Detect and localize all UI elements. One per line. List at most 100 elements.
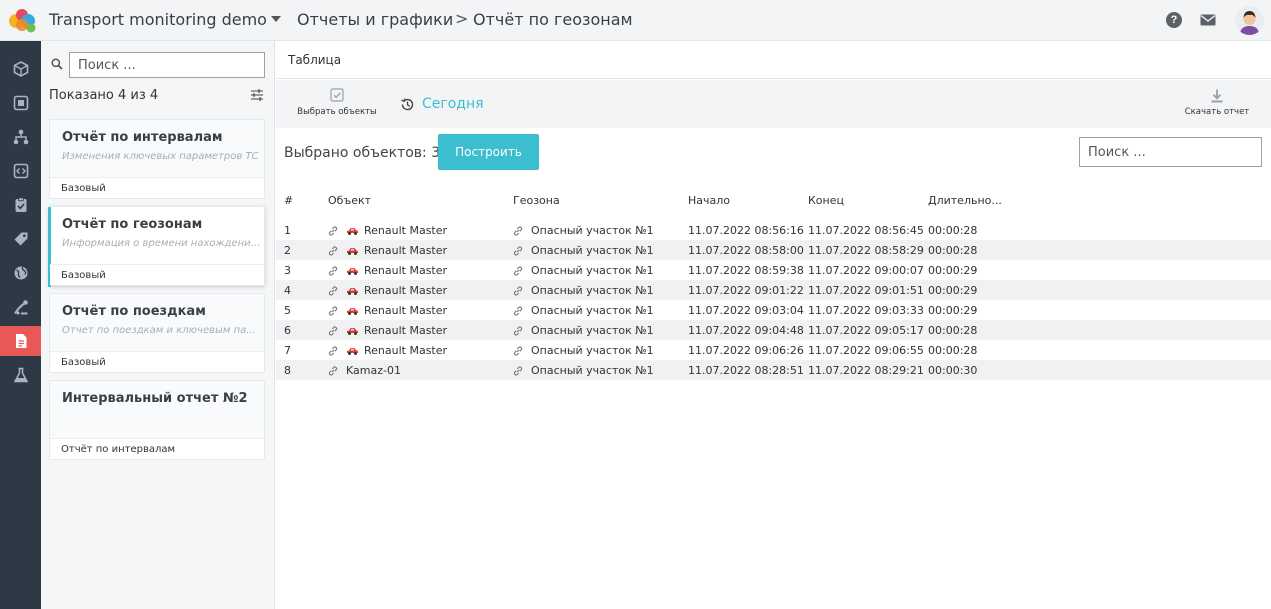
cell-end: 11.07.2022 09:05:17 [808, 324, 924, 337]
help-circle-icon[interactable]: ? [1166, 12, 1182, 28]
cell-duration: 00:00:29 [928, 284, 978, 297]
cell-object[interactable]: Renault Master [364, 344, 447, 357]
table-row[interactable]: 4 Renault Master Опасный участок №1 11.07.2… [276, 280, 1271, 300]
link-icon[interactable] [513, 245, 523, 256]
cell-start: 11.07.2022 08:56:16 [688, 224, 804, 237]
rail-item-monitoring[interactable] [0, 88, 41, 118]
table-row[interactable]: 7 Renault Master Опасный участок №1 11.07.2… [276, 340, 1271, 360]
table-row[interactable]: 6 Renault Master Опасный участок №1 11.07.2… [276, 320, 1271, 340]
square-target-icon [13, 95, 28, 111]
link-icon[interactable] [328, 285, 338, 296]
link-icon[interactable] [513, 345, 523, 356]
red-car-icon [346, 285, 359, 295]
cell-object[interactable]: Renault Master [364, 284, 447, 297]
rail-item-reports[interactable] [0, 326, 41, 356]
user-avatar-icon[interactable] [1235, 6, 1264, 35]
history-clock-icon[interactable] [400, 97, 415, 112]
link-icon[interactable] [328, 225, 338, 236]
chevron-down-icon[interactable] [271, 16, 281, 22]
table-search-input[interactable] [1079, 137, 1262, 167]
breadcrumb-separator: > [455, 9, 469, 28]
report-card-geozones[interactable]: Отчёт по геозонам Информация о времени н… [48, 206, 265, 287]
envelope-icon[interactable] [1200, 14, 1216, 26]
sliders-icon[interactable] [250, 88, 264, 102]
app-title[interactable]: Transport monitoring demo [49, 10, 267, 29]
cell-duration: 00:00:28 [928, 324, 978, 337]
rail-item-lab[interactable] [0, 360, 41, 390]
select-objects-button[interactable] [292, 88, 382, 105]
rail-item-scripts[interactable] [0, 156, 41, 186]
download-arrow-icon[interactable] [1209, 88, 1225, 104]
cell-geozone[interactable]: Опасный участок №1 [531, 304, 654, 317]
cell-number: 5 [284, 304, 291, 317]
cell-duration: 00:00:30 [928, 364, 978, 377]
link-icon[interactable] [513, 365, 523, 376]
cell-geozone[interactable]: Опасный участок №1 [531, 244, 654, 257]
report-card-trips[interactable]: Отчёт по поездкам Отчет по поездкам и кл… [49, 293, 265, 373]
report-card-interval-2[interactable]: Интервальный отчет №2 Отчёт по интервала… [49, 380, 265, 460]
link-icon[interactable] [513, 265, 523, 276]
cell-geozone[interactable]: Опасный участок №1 [531, 284, 654, 297]
table-row[interactable]: 3 Renault Master Опасный участок №1 11.07.2… [276, 260, 1271, 280]
cell-end: 11.07.2022 08:58:29 [808, 244, 924, 257]
tab-table[interactable]: Таблица [288, 53, 341, 67]
cell-geozone[interactable]: Опасный участок №1 [531, 344, 654, 357]
cell-geozone[interactable]: Опасный участок №1 [531, 364, 654, 377]
link-icon[interactable] [328, 325, 338, 336]
cell-duration: 00:00:29 [928, 264, 978, 277]
link-icon[interactable] [513, 325, 523, 336]
rail-item-tags[interactable] [0, 224, 41, 254]
select-objects-label[interactable]: Выбрать объекты [292, 107, 382, 117]
column-header-geozone[interactable]: Геозона [513, 194, 560, 207]
column-header-object[interactable]: Объект [328, 194, 371, 207]
column-header-number[interactable]: # [284, 194, 293, 207]
hierarchy-icon [13, 129, 28, 145]
cell-geozone[interactable]: Опасный участок №1 [531, 264, 654, 277]
link-icon[interactable] [328, 345, 338, 356]
link-icon[interactable] [328, 305, 338, 316]
link-icon[interactable] [328, 365, 338, 376]
period-selector[interactable]: Сегодня [422, 96, 484, 112]
link-icon[interactable] [328, 265, 338, 276]
flask-icon [13, 367, 28, 383]
download-report-label[interactable]: Скачать отчет [1180, 107, 1254, 117]
table-row[interactable]: 8 Kamaz-01 Опасный участок №1 11.07.2022 08… [276, 360, 1271, 380]
cell-start: 11.07.2022 08:28:51 [688, 364, 804, 377]
breadcrumb-section[interactable]: Отчеты и графики [297, 10, 453, 29]
cell-object[interactable]: Kamaz-01 [346, 364, 401, 377]
link-icon[interactable] [513, 225, 523, 236]
rail-item-tasks[interactable] [0, 190, 41, 220]
cell-object[interactable]: Renault Master [364, 244, 447, 257]
cell-geozone[interactable]: Опасный участок №1 [531, 224, 654, 237]
red-car-icon [346, 325, 359, 335]
red-car-icon [346, 305, 359, 315]
cell-end: 11.07.2022 08:56:45 [808, 224, 924, 237]
rail-item-routes[interactable] [0, 292, 41, 322]
report-card-intervals[interactable]: Отчёт по интервалам Изменения ключевых п… [49, 119, 265, 199]
column-header-duration[interactable]: Длительно... [928, 194, 1002, 207]
rail-item-objects[interactable] [0, 54, 41, 84]
rail-item-geo[interactable] [0, 258, 41, 288]
column-header-start[interactable]: Начало [688, 194, 730, 207]
report-card-type: Базовый [50, 264, 264, 285]
link-icon[interactable] [513, 305, 523, 316]
top-header: Transport monitoring demo Отчеты и графи… [0, 0, 1271, 41]
report-search-input[interactable] [69, 52, 265, 78]
multicolor-logo-icon[interactable] [6, 7, 38, 33]
cell-start: 11.07.2022 08:59:38 [688, 264, 804, 277]
link-icon[interactable] [513, 285, 523, 296]
cell-object[interactable]: Renault Master [364, 224, 447, 237]
cell-object[interactable]: Renault Master [364, 304, 447, 317]
table-row[interactable]: 1 Renault Master Опасный участок №1 11.07.2… [276, 220, 1271, 240]
cell-number: 4 [284, 284, 291, 297]
cell-object[interactable]: Renault Master [364, 264, 447, 277]
cell-geozone[interactable]: Опасный участок №1 [531, 324, 654, 337]
cell-object[interactable]: Renault Master [364, 324, 447, 337]
table-row[interactable]: 2 Renault Master Опасный участок №1 11.07.2… [276, 240, 1271, 260]
column-header-end[interactable]: Конец [808, 194, 844, 207]
table-row[interactable]: 5 Renault Master Опасный участок №1 11.07.2… [276, 300, 1271, 320]
link-icon[interactable] [328, 245, 338, 256]
cell-end: 11.07.2022 08:29:21 [808, 364, 924, 377]
build-report-button[interactable]: Построить [438, 134, 539, 170]
rail-item-structure[interactable] [0, 122, 41, 152]
